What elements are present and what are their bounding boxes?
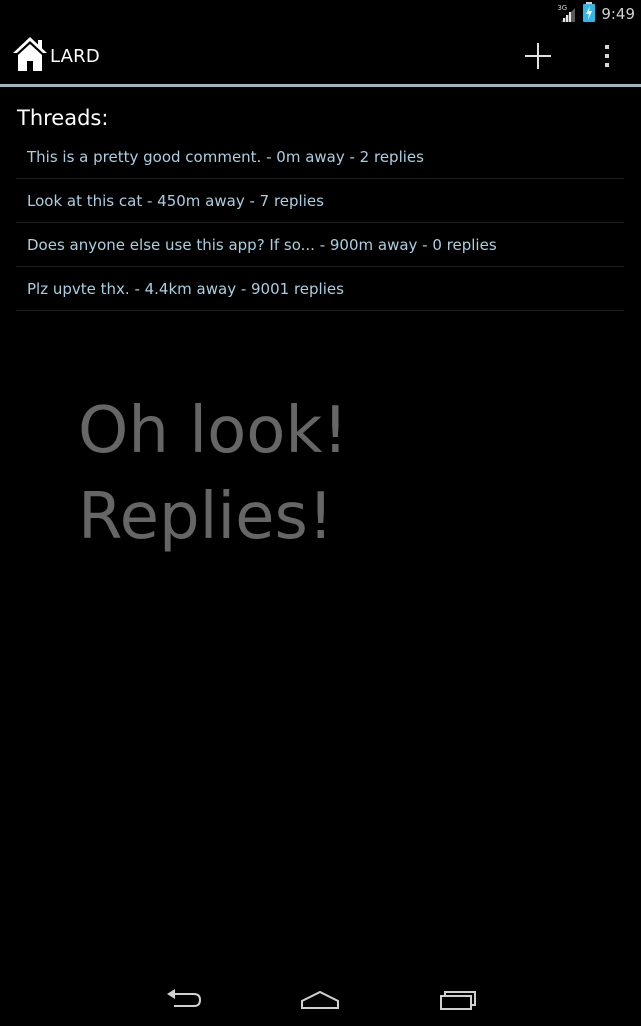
recent-apps-button[interactable] (428, 986, 488, 1018)
overlay-caption-line: Oh look! (78, 394, 349, 468)
signal-icon: 3G (557, 4, 577, 24)
overflow-menu-icon (603, 44, 611, 72)
status-bar: 3G 9:49 (0, 0, 641, 28)
back-button[interactable] (154, 986, 214, 1018)
thread-item[interactable]: This is a pretty good comment. - 0m away… (16, 136, 624, 179)
thread-item[interactable]: Plz upvte thx. - 4.4km away - 9001 repli… (16, 267, 624, 311)
status-icons: 3G 9:49 (557, 2, 635, 26)
navigation-bar (0, 978, 641, 1026)
add-icon (524, 42, 552, 74)
add-thread-button[interactable] (518, 38, 558, 78)
overlay-caption: Oh look! Replies! (78, 388, 348, 560)
recent-apps-icon (438, 988, 478, 1016)
home-nav-icon (299, 988, 341, 1016)
action-bar-divider (0, 84, 641, 87)
home-nav-button[interactable] (290, 986, 350, 1018)
status-time: 9:49 (601, 5, 635, 23)
battery-charging-icon (583, 2, 596, 26)
overlay-caption-line: Replies! (78, 480, 334, 554)
network-type-label: 3G (557, 4, 568, 12)
action-bar: LARD (0, 28, 641, 84)
app-home-button[interactable]: LARD (12, 36, 100, 76)
overflow-menu-button[interactable] (592, 38, 622, 78)
thread-item[interactable]: Look at this cat - 450m away - 7 replies (16, 179, 624, 223)
thread-list: This is a pretty good comment. - 0m away… (16, 136, 624, 311)
app-title: LARD (50, 45, 100, 67)
home-icon (12, 35, 48, 77)
threads-heading: Threads: (17, 106, 109, 130)
thread-item[interactable]: Does anyone else use this app? If so... … (16, 223, 624, 267)
back-icon (164, 988, 204, 1016)
